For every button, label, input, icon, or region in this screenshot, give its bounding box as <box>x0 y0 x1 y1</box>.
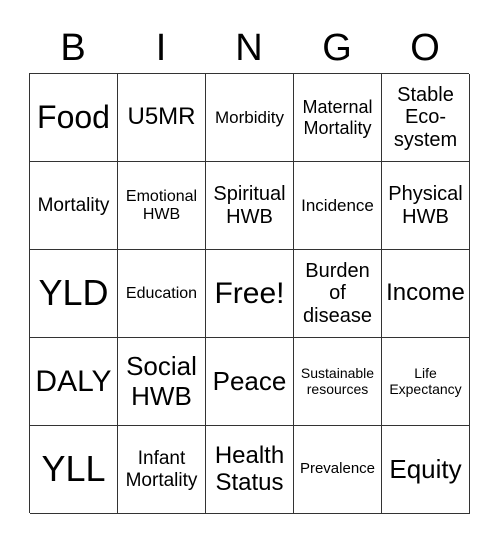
cell-label: DALY <box>35 364 112 398</box>
header-letter: G <box>322 27 352 69</box>
bingo-cell[interactable]: Infant Mortality <box>118 426 206 514</box>
header-letter: O <box>410 27 440 69</box>
header-letter: B <box>60 27 86 69</box>
bingo-cell[interactable]: Education <box>118 250 206 338</box>
header-letter: I <box>155 27 167 69</box>
cell-label: Income <box>386 279 465 307</box>
cell-label: Morbidity <box>215 107 284 127</box>
bingo-cell[interactable]: Equity <box>382 426 470 514</box>
bingo-cell[interactable]: Income <box>382 250 470 338</box>
cell-label: Burden of disease <box>303 259 372 327</box>
cell-label: Peace <box>212 365 287 396</box>
cell-label: Life Expectancy <box>389 364 462 397</box>
cell-label: Food <box>37 98 110 135</box>
bingo-cell[interactable]: Health Status <box>206 426 294 514</box>
cell-label: Prevalence <box>299 460 376 478</box>
cell-label: Physical HWB <box>388 183 463 228</box>
cell-label: Stable Eco-system <box>393 83 458 151</box>
cell-label: Social HWB <box>126 351 197 411</box>
bingo-header: BINGO <box>29 24 469 72</box>
cell-label: Mortality <box>37 194 110 216</box>
bingo-grid: Food U5MR Morbidity Maternal Mortality Stabl… <box>29 73 470 514</box>
bingo-cell[interactable]: Spiritual HWB <box>206 162 294 250</box>
bingo-cell[interactable]: Mortality <box>30 162 118 250</box>
bingo-cell[interactable]: Incidence <box>294 162 382 250</box>
cell-label: YLD <box>38 272 109 314</box>
cell-label: Health Status <box>214 441 285 496</box>
bingo-cell[interactable]: Social HWB <box>118 338 206 426</box>
bingo-cell[interactable]: Physical HWB <box>382 162 470 250</box>
bingo-cell[interactable]: Morbidity <box>206 74 294 162</box>
bingo-cell[interactable]: Sustainable resources <box>294 338 382 426</box>
cell-label: Infant Mortality <box>125 448 198 491</box>
bingo-cell[interactable]: Life Expectancy <box>382 338 470 426</box>
bingo-cell[interactable]: YLL <box>30 426 118 514</box>
cell-label: YLL <box>41 448 106 490</box>
cell-label: Maternal Mortality <box>302 97 373 138</box>
cell-label: Education <box>125 284 198 302</box>
bingo-cell[interactable]: Stable Eco-system <box>382 74 470 162</box>
header-letter: N <box>235 27 263 69</box>
bingo-cell[interactable]: Prevalence <box>294 426 382 514</box>
cell-label: Equity <box>389 453 462 484</box>
cell-label: Emotional HWB <box>125 187 198 223</box>
bingo-cell[interactable]: Food <box>30 74 118 162</box>
bingo-cell[interactable]: YLD <box>30 250 118 338</box>
bingo-cell[interactable]: Burden of disease <box>294 250 382 338</box>
cell-label: Free! <box>214 276 285 310</box>
bingo-cell[interactable]: DALY <box>30 338 118 426</box>
bingo-cell[interactable]: Maternal Mortality <box>294 74 382 162</box>
bingo-cell[interactable]: Peace <box>206 338 294 426</box>
cell-label: U5MR <box>127 103 196 131</box>
bingo-cell[interactable]: Emotional HWB <box>118 162 206 250</box>
bingo-cell[interactable]: Free! <box>206 250 294 338</box>
cell-label: Incidence <box>301 195 374 215</box>
cell-label: Sustainable resources <box>300 364 375 397</box>
cell-label: Spiritual HWB <box>213 183 286 228</box>
bingo-cell[interactable]: U5MR <box>118 74 206 162</box>
